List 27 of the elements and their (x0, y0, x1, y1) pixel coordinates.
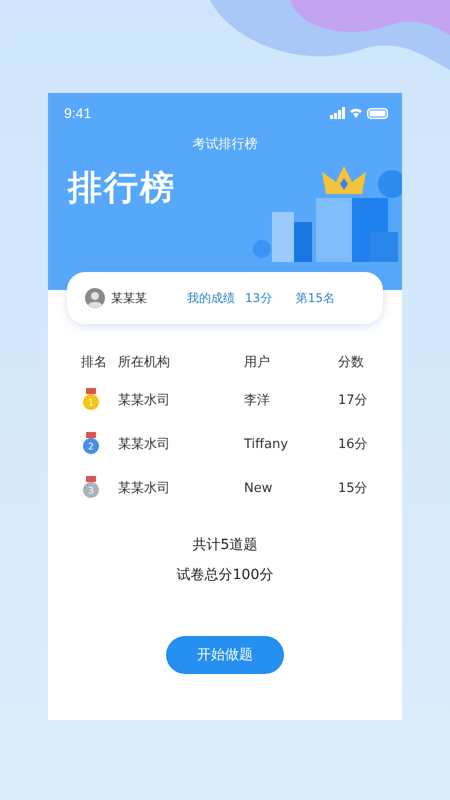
summary-text: 试卷总分100分 (176, 566, 274, 584)
battery-icon (367, 108, 388, 118)
user-name: 某某某 (111, 290, 148, 306)
org-name: 某某水司 (118, 436, 171, 454)
nav-title: 考试排行榜 (192, 136, 258, 153)
signal-icon (330, 107, 345, 119)
user-cell-text: Tiffany (244, 436, 290, 454)
start-button[interactable]: 开始做题 (166, 636, 284, 674)
avatar-icon (85, 288, 105, 308)
rank-header: 排名 (81, 354, 108, 372)
user-cell-text: 李洋 (244, 392, 271, 410)
score-cell-text: 16分 (338, 436, 369, 454)
org-header: 所在机构 (118, 354, 171, 372)
score-cell-text: 15分 (338, 480, 369, 498)
score-cell-text: 17分 (338, 392, 369, 410)
my-score: 13分 (245, 290, 272, 306)
score-header: 分数 (338, 354, 365, 372)
org-name: 某某水司 (118, 480, 171, 498)
status-time: 9:41 (64, 105, 92, 121)
summary-text: 共计5道题 (192, 536, 258, 554)
org-name: 某某水司 (118, 392, 171, 410)
wifi-icon (350, 108, 362, 118)
user-cell-text: New (244, 480, 274, 498)
my-rank: 第15名 (296, 290, 335, 306)
user-header: 用户 (244, 354, 271, 372)
score-label: 我的成绩 (187, 290, 235, 306)
page-title: 排行榜 (68, 167, 177, 210)
